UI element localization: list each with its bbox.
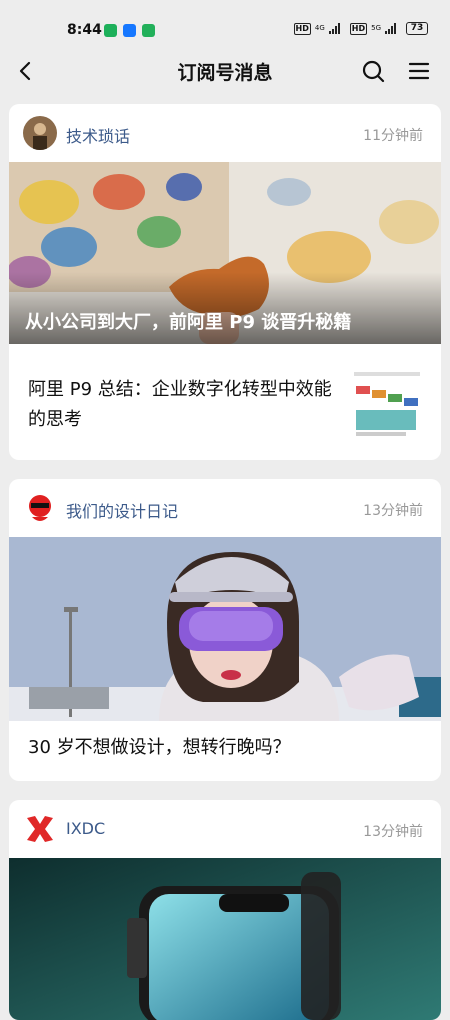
avatar[interactable] bbox=[23, 491, 57, 525]
post-time: 13分钟前 bbox=[363, 503, 423, 519]
post-time: 13分钟前 bbox=[363, 824, 423, 840]
status-time: 8:44 bbox=[67, 22, 102, 38]
avatar[interactable] bbox=[23, 812, 57, 846]
card-header[interactable]: 我们的设计日记 13分钟前 bbox=[9, 479, 441, 537]
battery-icon: 73 bbox=[406, 22, 428, 35]
menu-button[interactable] bbox=[404, 56, 434, 86]
person-goggles-image bbox=[9, 537, 441, 721]
article-thumbnail bbox=[350, 368, 424, 442]
hero-article[interactable] bbox=[9, 858, 441, 1020]
account-name[interactable]: 技术琐话 bbox=[66, 123, 130, 147]
signal-icon bbox=[385, 23, 396, 34]
account-name[interactable]: IXDC bbox=[66, 819, 105, 838]
search-icon bbox=[362, 60, 385, 83]
article-title: 阿里 P9 总结：企业数字化转型中效能 的思考 bbox=[28, 379, 332, 430]
shield-app-icon bbox=[104, 24, 117, 37]
network-type: 5G bbox=[371, 24, 381, 32]
article-item[interactable]: 阿里 P9 总结：企业数字化转型中效能 的思考 bbox=[9, 344, 441, 460]
avatar[interactable] bbox=[23, 116, 57, 150]
menu-icon bbox=[408, 62, 430, 80]
article-title: 30 岁不想做设计，想转行晚吗？ bbox=[28, 737, 291, 758]
hd-badge: HD bbox=[293, 22, 311, 35]
hero-caption: 从小公司到大厂，前阿里 P9 谈晋升秘籍 bbox=[25, 312, 352, 333]
phone-image bbox=[9, 858, 441, 1020]
network-type: 4G bbox=[314, 24, 325, 32]
hero-article[interactable]: 从小公司到大厂，前阿里 P9 谈晋升秘籍 bbox=[9, 162, 441, 344]
feed-card: 技术琐话 11分钟前 从小公司到大厂，前阿里 P9 谈晋升秘籍 阿里 P9 总结… bbox=[9, 104, 441, 460]
feed-card: 我们的设计日记 13分钟前 30 岁不想做设计，想转行晚吗？ bbox=[9, 479, 441, 781]
status-bar: 8:44 HD 4G HD 5G 73 bbox=[0, 0, 450, 46]
nav-bar: 订阅号消息 bbox=[0, 46, 450, 96]
hd-badge: HD bbox=[349, 22, 368, 35]
status-indicators: HD 4G HD 5G 73 bbox=[293, 22, 428, 35]
post-time: 11分钟前 bbox=[363, 128, 423, 144]
alipay-app-icon bbox=[123, 24, 136, 37]
feed-card: IXDC 13分钟前 bbox=[9, 800, 441, 1020]
signal-icon bbox=[328, 23, 340, 34]
card-header[interactable]: IXDC 13分钟前 bbox=[9, 800, 441, 858]
article-item[interactable]: 30 岁不想做设计，想转行晚吗？ bbox=[9, 721, 441, 781]
hero-article[interactable] bbox=[9, 537, 441, 721]
account-name[interactable]: 我们的设计日记 bbox=[66, 498, 178, 522]
search-button[interactable] bbox=[358, 56, 388, 86]
bag-app-icon bbox=[142, 24, 155, 37]
card-header[interactable]: 技术琐话 11分钟前 bbox=[9, 104, 441, 162]
